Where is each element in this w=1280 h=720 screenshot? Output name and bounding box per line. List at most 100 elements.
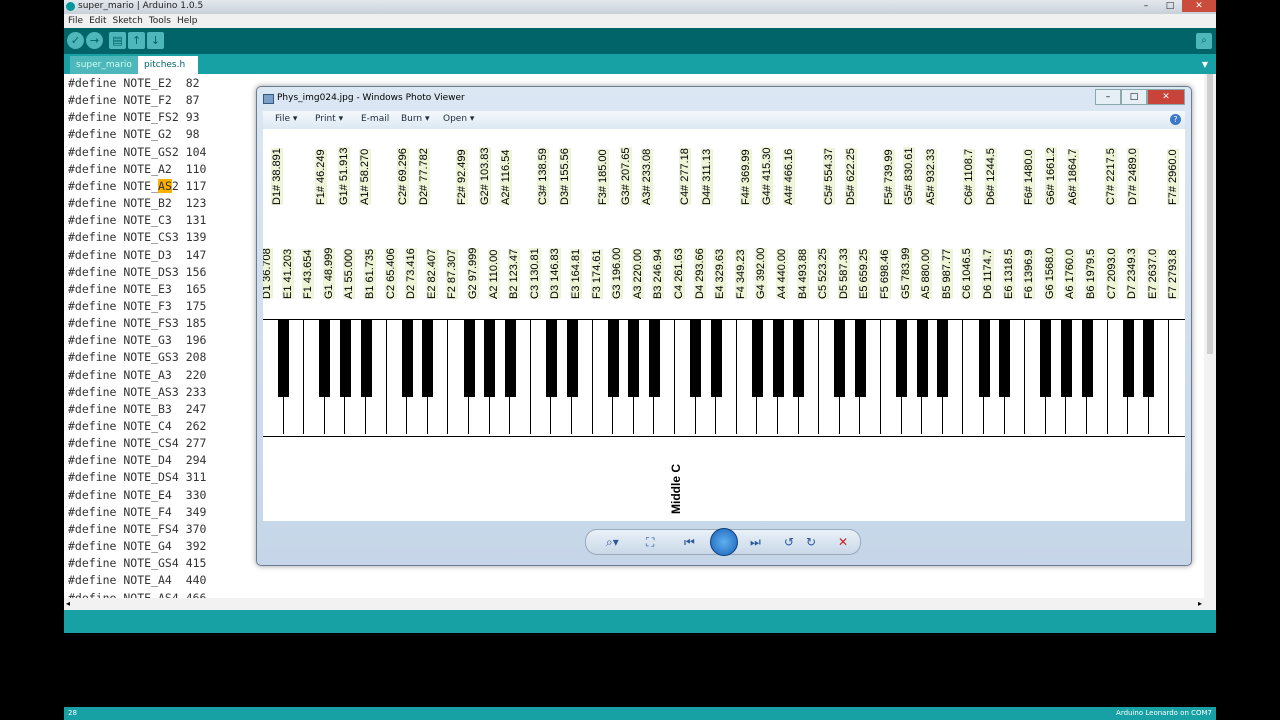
black-key [937, 320, 949, 397]
slideshow-button[interactable] [710, 528, 738, 556]
sharp-note-label: C3# 138.59 [537, 148, 549, 205]
natural-note-label: E6 1318.5 [1002, 248, 1015, 299]
previous-icon[interactable]: ⏮ [684, 535, 695, 550]
pv-menu-print[interactable]: Print ▾ [315, 114, 343, 124]
natural-note-label: B3 246.94 [652, 248, 665, 299]
code-line: #define NOTE_A4 440 [68, 573, 207, 588]
tab-super-mario[interactable]: super_mario § [70, 56, 142, 88]
natural-note-label: E2 82.407 [425, 248, 438, 299]
help-icon[interactable]: ? [1170, 114, 1181, 125]
code-line: #define NOTE_E3 165 [68, 281, 207, 296]
code-line: #define NOTE_GS3 208 [68, 350, 207, 365]
rotate-left-icon[interactable]: ↺ [784, 535, 794, 549]
black-key [401, 320, 413, 397]
natural-note-label: D2 73.416 [405, 248, 418, 299]
pv-close-button[interactable]: ✕ [1147, 89, 1185, 105]
close-button[interactable]: ✕ [1182, 0, 1216, 12]
sharp-note-label: A3# 233.08 [641, 148, 653, 205]
code-line: #define NOTE_F3 175 [68, 298, 207, 313]
menu-bar: File Edit Sketch Tools Help [64, 14, 1216, 28]
piano-keyboard [263, 319, 1185, 437]
upload-button[interactable]: → [86, 32, 103, 49]
black-key [422, 320, 434, 397]
black-key [793, 320, 805, 397]
natural-note-label: G1 48.999 [322, 247, 335, 299]
title-bar: super_mario | Arduino 1.0.5 – □ ✕ [64, 0, 1216, 14]
sharp-note-label: D2# 77.782 [418, 148, 430, 205]
black-key [360, 320, 372, 397]
tab-pitches-h[interactable]: pitches.h [138, 56, 198, 74]
sharp-note-label: F5# 739.99 [883, 149, 895, 205]
photo-viewer-title: Phys_img024.jpg - Windows Photo Viewer [277, 93, 465, 103]
sharp-note-label: G2# 103.83 [479, 147, 491, 205]
white-key [1169, 320, 1185, 434]
code-line: #define NOTE_GS2 104 [68, 144, 207, 159]
black-key [772, 320, 784, 397]
new-button[interactable]: ▤ [109, 32, 126, 49]
pv-menu-burn[interactable]: Burn ▾ [401, 114, 430, 124]
maximize-button[interactable]: □ [1158, 0, 1182, 12]
pv-menu-open[interactable]: Open ▾ [443, 114, 474, 124]
delete-icon[interactable]: ✕ [838, 535, 848, 549]
horizontal-scrollbar[interactable]: ◂ ▸ [64, 598, 1216, 610]
pv-maximize-button[interactable]: □ [1121, 89, 1147, 105]
natural-note-label: G2 97.999 [467, 247, 479, 299]
sharp-note-label: A6# 1864.7 [1067, 148, 1079, 205]
photo-viewer-icon [263, 94, 274, 104]
code-line: #define NOTE_FS2 93 [68, 110, 200, 125]
pv-menu-file[interactable]: File ▾ [275, 114, 297, 124]
actual-size-icon[interactable]: ⛶ [646, 535, 654, 550]
black-key [566, 320, 578, 397]
natural-note-label: C2 65.406 [384, 248, 397, 299]
natural-note-label: D1 36.708 [263, 248, 273, 299]
sharp-note-label: C4# 277.18 [679, 148, 691, 205]
black-key [545, 320, 557, 397]
sharp-note-label: F2# 92.499 [456, 149, 468, 205]
code-line: #define NOTE_G3 196 [68, 333, 207, 348]
window-title: super_mario | Arduino 1.0.5 [78, 1, 204, 11]
code-line: #define NOTE_E2 82 [68, 76, 200, 90]
tab-menu-button[interactable]: ▼ [1202, 60, 1208, 69]
serial-monitor-button[interactable]: ⌕ [1196, 33, 1212, 49]
natural-note-label: F3 174.61 [590, 249, 603, 299]
code-line: #define NOTE_D4 294 [68, 453, 207, 468]
code-line: #define NOTE_A3 220 [68, 367, 207, 382]
natural-note-label: A2 110.00 [487, 249, 500, 299]
sharp-note-label: A2# 116.54 [500, 149, 512, 205]
scrollbar-thumb[interactable] [1207, 74, 1213, 354]
zoom-icon[interactable]: ⌕▾ [606, 535, 619, 550]
natural-note-label: B4 493.88 [796, 248, 809, 299]
sharp-note-label: D3# 155.56 [559, 148, 571, 205]
natural-note-label: F4 349.23 [734, 249, 747, 299]
natural-note-label: A1 55.000 [343, 248, 356, 299]
console-output [64, 633, 1216, 707]
menu-help[interactable]: Help [177, 14, 198, 28]
save-button[interactable]: ↓ [147, 32, 164, 49]
status-bar: 28 Arduino Leonardo on COM7 [64, 707, 1216, 720]
pv-minimize-button[interactable]: – [1095, 89, 1121, 105]
vertical-scrollbar[interactable] [1204, 74, 1216, 598]
black-key [504, 320, 516, 397]
verify-button[interactable]: ✓ [67, 32, 84, 49]
sharp-note-label: F6# 1480.0 [1023, 149, 1035, 205]
menu-tools[interactable]: Tools [149, 14, 171, 28]
next-icon[interactable]: ⏭ [750, 535, 761, 550]
black-key [1122, 320, 1134, 397]
menu-file[interactable]: File [68, 14, 83, 28]
scroll-left-icon[interactable]: ◂ [66, 599, 70, 608]
natural-note-label: A3 220.00 [631, 248, 644, 299]
natural-note-label: F7 2793.8 [1167, 249, 1180, 299]
pv-menu-email[interactable]: E-mail [361, 114, 389, 124]
sharp-note-label: C6# 1108.7 [963, 148, 975, 205]
sharp-note-label: F3# 185.00 [597, 149, 609, 205]
menu-edit[interactable]: Edit [89, 14, 106, 28]
code-line: #define NOTE_D3 147 [68, 247, 207, 262]
scroll-right-icon[interactable]: ▸ [1198, 599, 1202, 608]
code-line: #define NOTE_AS4 466 [68, 590, 207, 599]
menu-sketch[interactable]: Sketch [113, 14, 143, 28]
natural-note-label: F2 87.307 [446, 249, 459, 299]
minimize-button[interactable]: – [1134, 0, 1158, 12]
black-key [463, 320, 475, 397]
open-button[interactable]: ↑ [128, 32, 145, 49]
rotate-right-icon[interactable]: ↻ [806, 535, 816, 549]
